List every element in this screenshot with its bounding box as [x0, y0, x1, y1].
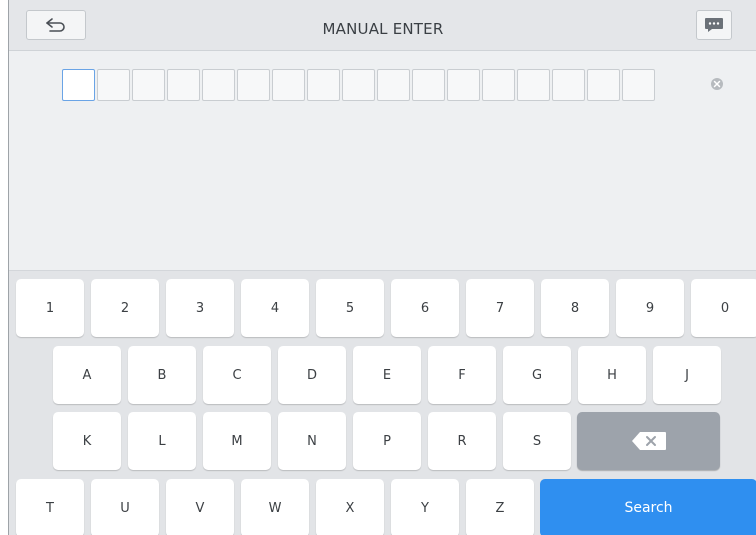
key-z[interactable]: Z [466, 479, 534, 535]
key-1[interactable]: 1 [16, 279, 84, 337]
key-b[interactable]: B [128, 346, 196, 404]
key-e[interactable]: E [353, 346, 421, 404]
back-button[interactable] [26, 10, 86, 40]
key-d[interactable]: D [278, 346, 346, 404]
key-u[interactable]: U [91, 479, 159, 535]
key-p[interactable]: P [353, 412, 421, 470]
page-title: MANUAL ENTER [322, 20, 444, 38]
message-button[interactable] [696, 10, 732, 40]
key-v[interactable]: V [166, 479, 234, 535]
on-screen-keyboard: Search 1234567890 ABCDEFGHJ KLMNPRS TUVWXYZ [9, 270, 756, 535]
backspace-icon [631, 432, 666, 450]
key-5[interactable]: 5 [316, 279, 384, 337]
vin-input-cells[interactable] [62, 69, 655, 101]
vin-char-cell[interactable] [447, 69, 480, 101]
key-s[interactable]: S [503, 412, 571, 470]
vin-char-cell[interactable] [237, 69, 270, 101]
vin-char-cell[interactable] [377, 69, 410, 101]
clear-circle-icon [713, 80, 721, 88]
vin-char-cell[interactable] [552, 69, 585, 101]
search-button[interactable]: Search [540, 479, 756, 535]
key-t[interactable]: T [16, 479, 84, 535]
key-g[interactable]: G [503, 346, 571, 404]
vin-char-cell[interactable] [482, 69, 515, 101]
key-9[interactable]: 9 [616, 279, 684, 337]
vin-char-cell[interactable] [132, 69, 165, 101]
key-r[interactable]: R [428, 412, 496, 470]
key-l[interactable]: L [128, 412, 196, 470]
key-4[interactable]: 4 [241, 279, 309, 337]
key-h[interactable]: H [578, 346, 646, 404]
key-w[interactable]: W [241, 479, 309, 535]
key-2[interactable]: 2 [91, 279, 159, 337]
header-bar: MANUAL ENTER [9, 0, 756, 51]
clear-button[interactable] [711, 78, 723, 90]
key-8[interactable]: 8 [541, 279, 609, 337]
vin-char-cell[interactable] [167, 69, 200, 101]
backspace-key[interactable] [577, 412, 720, 470]
vin-char-cell[interactable] [202, 69, 235, 101]
vin-char-cell[interactable] [622, 69, 655, 101]
key-m[interactable]: M [203, 412, 271, 470]
key-y[interactable]: Y [391, 479, 459, 535]
key-k[interactable]: K [53, 412, 121, 470]
key-3[interactable]: 3 [166, 279, 234, 337]
key-c[interactable]: C [203, 346, 271, 404]
vin-char-cell[interactable] [517, 69, 550, 101]
vin-char-cell[interactable] [412, 69, 445, 101]
key-0[interactable]: 0 [691, 279, 756, 337]
back-arrow-icon [46, 18, 65, 32]
vin-char-cell[interactable] [587, 69, 620, 101]
key-7[interactable]: 7 [466, 279, 534, 337]
key-f[interactable]: F [428, 346, 496, 404]
key-a[interactable]: A [53, 346, 121, 404]
vin-char-cell[interactable] [342, 69, 375, 101]
vin-char-cell[interactable] [272, 69, 305, 101]
key-n[interactable]: N [278, 412, 346, 470]
key-j[interactable]: J [653, 346, 721, 404]
vin-char-cell[interactable] [307, 69, 340, 101]
key-x[interactable]: X [316, 479, 384, 535]
vin-char-cell[interactable] [97, 69, 130, 101]
key-6[interactable]: 6 [391, 279, 459, 337]
app-window: MANUAL ENTER Search 1 2 3 4 5 6 7 8 9 0 … [8, 0, 756, 535]
vin-char-cell[interactable] [62, 69, 95, 101]
chat-bubble-icon [705, 18, 723, 32]
